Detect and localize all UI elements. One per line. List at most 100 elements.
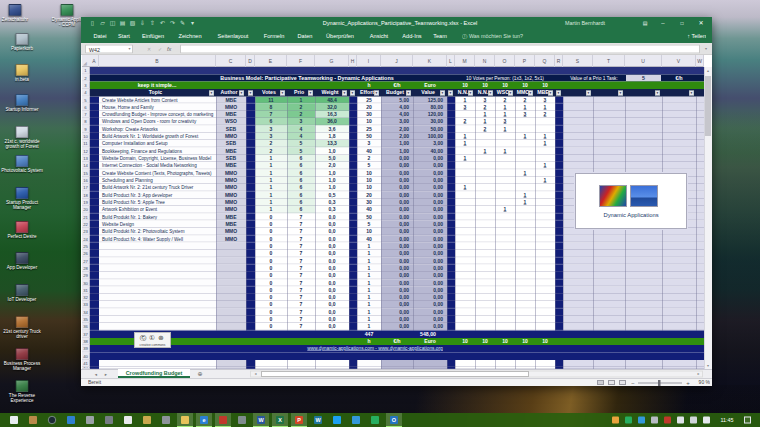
cell-budget-20[interactable]: 0,00	[381, 206, 413, 213]
column-header-H[interactable]: H	[349, 55, 357, 67]
cell-topic-26[interactable]	[99, 250, 216, 257]
column-header-Q[interactable]: Q	[535, 55, 555, 67]
cell-weight-8[interactable]: 36,0	[315, 118, 349, 125]
cell-vote-N-29[interactable]	[475, 272, 495, 279]
cell-prio-18[interactable]: 6	[287, 191, 315, 198]
cell-vote-M-24[interactable]	[455, 235, 475, 242]
range-SW-7[interactable]	[563, 111, 704, 118]
sep-R-31[interactable]	[555, 287, 563, 294]
tray-icon-1[interactable]	[625, 417, 632, 424]
cell-weight-41[interactable]	[315, 360, 349, 367]
cell-vote-O-6[interactable]: 1	[495, 104, 515, 111]
sep-A-11[interactable]	[90, 140, 99, 147]
sep-A-31[interactable]	[90, 287, 99, 294]
cell-weight-33[interactable]: 0,0	[315, 301, 349, 308]
cell-topic-25[interactable]	[99, 243, 216, 250]
row-header-11[interactable]: 11	[82, 140, 90, 147]
prio-value-cell[interactable]: 5	[626, 75, 661, 81]
sheet-prev-icon[interactable]: ◂	[92, 370, 100, 378]
cell-author-8[interactable]: WSO	[216, 118, 246, 125]
cell-topic-41[interactable]	[99, 360, 216, 367]
cell-vote-M-33[interactable]	[455, 301, 475, 308]
startup-informer-icon[interactable]	[16, 94, 29, 106]
cell-prio-41[interactable]	[287, 360, 315, 367]
cell-votes-32[interactable]: 0	[255, 294, 287, 301]
sep-R-19[interactable]	[555, 199, 563, 206]
close-button[interactable]: ✕	[696, 19, 706, 27]
row-header-33[interactable]: 33	[82, 301, 90, 308]
startup-product-manager-label[interactable]: Startup Product Manager	[0, 200, 49, 210]
cell-vote-M-29[interactable]	[455, 272, 475, 279]
cell-budget-8[interactable]: 3,00	[381, 118, 413, 125]
sep-D-23[interactable]	[246, 228, 255, 235]
cell-vote-O-11[interactable]	[495, 140, 515, 147]
sep-D-15[interactable]	[246, 169, 255, 176]
taskbar-settings-icon[interactable]	[238, 416, 246, 424]
cell-prio-13[interactable]: 6	[287, 155, 315, 162]
cell-effort-22[interactable]: 5	[357, 221, 381, 228]
cell-vote-P-23[interactable]	[515, 228, 535, 235]
cell-weight-29[interactable]: 0,0	[315, 272, 349, 279]
cell-vote-P-32[interactable]	[515, 294, 535, 301]
tab-team[interactable]: Team	[428, 31, 452, 40]
sep-A-27[interactable]	[90, 257, 99, 264]
sep-L-6[interactable]	[447, 104, 455, 111]
sep-R-5[interactable]	[555, 96, 563, 103]
cell-votes-18[interactable]: 1	[255, 191, 287, 198]
cell-vote-M-11[interactable]: 1	[455, 140, 475, 147]
cell-vote-O-21[interactable]	[495, 213, 515, 220]
cell-value-18[interactable]: 0,00	[413, 191, 447, 198]
formula-enter-icon[interactable]: ✓	[156, 45, 164, 53]
cell-author-18[interactable]: MMO	[216, 191, 246, 198]
row-header-9[interactable]: 9	[82, 126, 90, 133]
cell-vote-Q-30[interactable]	[535, 279, 555, 286]
cell-value-35[interactable]: 0,00	[413, 316, 447, 323]
sep-L-19[interactable]	[447, 199, 455, 206]
cell-vote-O-15[interactable]	[495, 169, 515, 176]
tab-start[interactable]: Start	[114, 31, 134, 40]
column-header-C[interactable]: C	[216, 55, 246, 67]
row-header-31[interactable]: 31	[82, 287, 90, 294]
column-header-I[interactable]: I	[357, 55, 381, 67]
cell-vote-Q-28[interactable]	[535, 265, 555, 272]
sep-D-7[interactable]	[246, 111, 255, 118]
sep-A-10[interactable]	[90, 133, 99, 140]
sep-L-7[interactable]	[447, 111, 455, 118]
cell-effort-15[interactable]: 10	[357, 169, 381, 176]
sep-R-8[interactable]	[555, 118, 563, 125]
cell-vote-O-18[interactable]	[495, 191, 515, 198]
cell-author-6[interactable]: MMO	[216, 104, 246, 111]
cell-budget-24[interactable]: 0,00	[381, 235, 413, 242]
v-scroll-up-icon[interactable]: ▴	[704, 67, 712, 74]
taskbar-app-green-icon[interactable]	[371, 416, 379, 424]
cell-budget-25[interactable]: 0,00	[381, 243, 413, 250]
cell-topic-36[interactable]	[99, 323, 216, 330]
sep-A-15[interactable]	[90, 169, 99, 176]
cell-vote-Q-7[interactable]: 2	[535, 111, 555, 118]
sep-A-17[interactable]	[90, 184, 99, 191]
cell-topic-32[interactable]	[99, 294, 216, 301]
cell-vote-P-26[interactable]	[515, 250, 535, 257]
cell-vote-M-9[interactable]	[455, 126, 475, 133]
cell-vote-M-41[interactable]	[455, 360, 475, 367]
taskbar-excel-icon[interactable]: X	[276, 416, 284, 424]
cell-vote-P-33[interactable]	[515, 301, 535, 308]
cell-prio-23[interactable]: 7	[287, 228, 315, 235]
cell-author-25[interactable]	[216, 243, 246, 250]
sep-A-24[interactable]	[90, 235, 99, 242]
sep-A-26[interactable]	[90, 250, 99, 257]
sep-R-26[interactable]	[555, 250, 563, 257]
cell-budget-23[interactable]: 0,00	[381, 228, 413, 235]
row-header-41[interactable]: 41	[82, 360, 90, 367]
sep-R-23[interactable]	[555, 228, 563, 235]
cell-budget-29[interactable]: 0,00	[381, 272, 413, 279]
sep-R-11[interactable]	[555, 140, 563, 147]
cell-votes-30[interactable]: 0	[255, 279, 287, 286]
sep-R-16[interactable]	[555, 177, 563, 184]
column-header-G[interactable]: G	[315, 55, 349, 67]
app-developer-label[interactable]: App Developer	[0, 265, 49, 270]
cell-effort-16[interactable]: 10	[357, 177, 381, 184]
cell-budget-13[interactable]: 0,00	[381, 155, 413, 162]
cell-effort-17[interactable]: 10	[357, 184, 381, 191]
cell-vote-P-19[interactable]: 1	[515, 199, 535, 206]
